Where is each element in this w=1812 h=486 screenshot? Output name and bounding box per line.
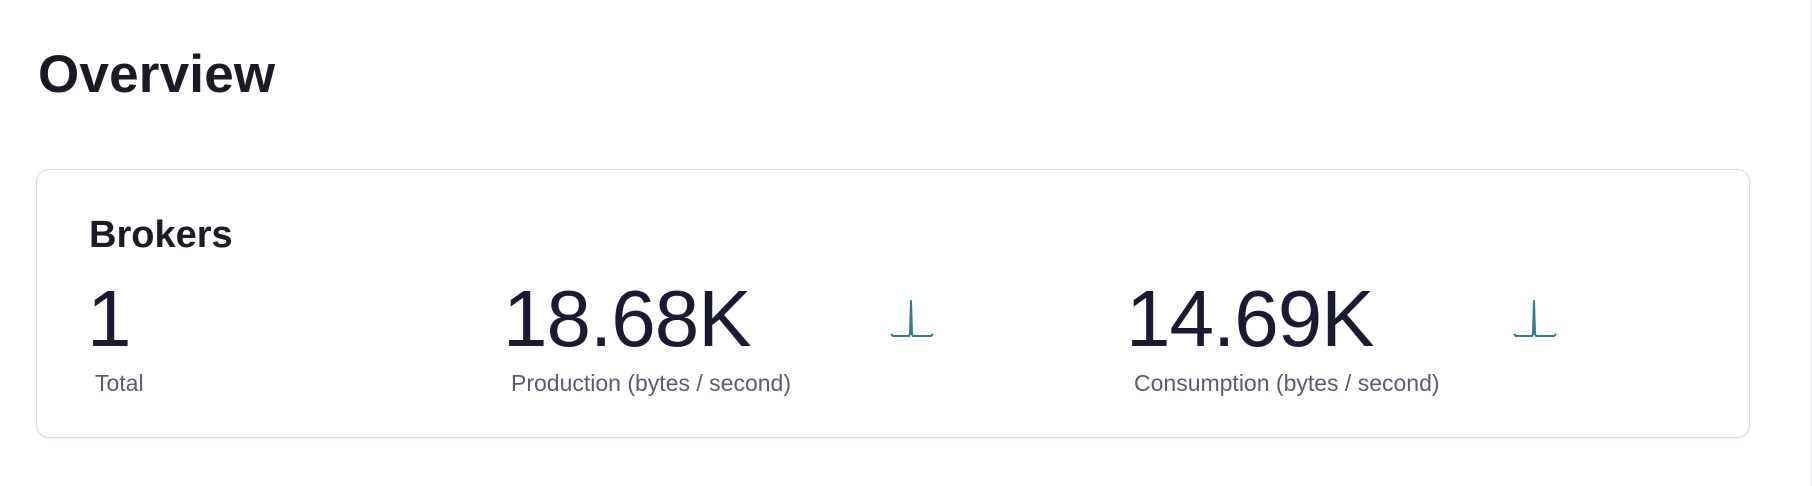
production-metric: 18.68K Production (bytes / second) — [503, 278, 791, 398]
production-sparkline — [890, 300, 934, 337]
production-label: Production (bytes / second) — [511, 370, 791, 396]
consumption-sparkline — [1513, 300, 1557, 337]
brokers-card: Brokers 1 Total 18.68K Production (bytes… — [36, 169, 1750, 438]
brokers-card-title: Brokers — [89, 214, 233, 256]
production-sparkline-line — [890, 300, 934, 337]
overview-page: Overview Brokers 1 Total 18.68K Producti… — [0, 0, 1812, 486]
total-brokers-value: 1 — [87, 274, 131, 363]
consumption-value: 14.69K — [1126, 274, 1375, 363]
total-brokers-metric: 1 Total — [87, 278, 144, 398]
production-value: 18.68K — [503, 274, 752, 363]
consumption-label: Consumption (bytes / second) — [1134, 370, 1440, 396]
page-title: Overview — [38, 45, 276, 104]
total-brokers-label: Total — [95, 370, 144, 396]
consumption-metric: 14.69K Consumption (bytes / second) — [1126, 278, 1440, 398]
consumption-sparkline-line — [1513, 300, 1557, 337]
